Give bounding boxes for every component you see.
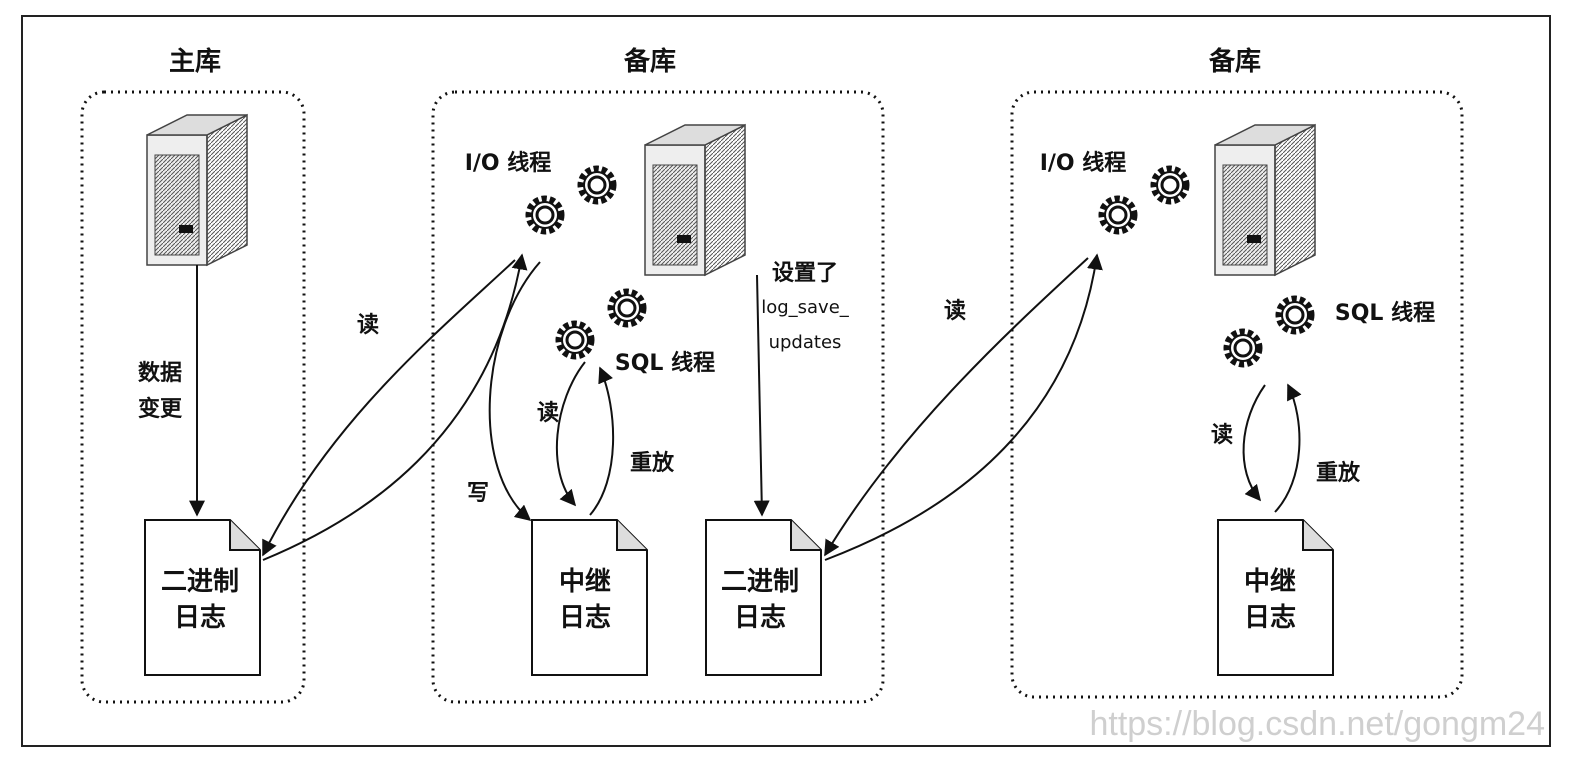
- replica2-io-gear-icon: [1102, 199, 1134, 231]
- master-binlog-doc: [144, 519, 261, 676]
- replica1-io-gear-icon: [529, 199, 561, 231]
- replica2-relay-log-doc: [1217, 519, 1334, 676]
- replica2-read-label: 读: [1211, 423, 1233, 448]
- replica2-relay-label-2: 日志: [1244, 603, 1296, 633]
- replica1-sql-gear-icon-2: [611, 292, 643, 324]
- replica2-relay-label-1: 中继: [1244, 566, 1296, 597]
- replica1-sql-gear-icon: [559, 324, 591, 356]
- replica1-io-gear-icon-2: [581, 169, 613, 201]
- replica1-binlog-label-1: 二进制: [721, 567, 799, 597]
- replica1-relay-log-doc: [531, 519, 648, 676]
- replica2-sql-thread-label: SQL 线程: [1335, 300, 1435, 326]
- master-read-arrow-up: [262, 253, 528, 561]
- replica1-setting-label-2: log_save_: [761, 297, 850, 318]
- replica1-replay-arrow: [589, 366, 615, 516]
- replica2-sql-gear-icon-2: [1279, 299, 1311, 331]
- master-read-label: 读: [357, 313, 379, 338]
- replica2-sql-gear-icon: [1227, 332, 1259, 364]
- diagram-canvas: 主库 数据 变更 二进制 日志 备库 I/O 线程 SQL 线程 设置了 log…: [21, 15, 1551, 747]
- replica2-server-icon: [1214, 124, 1316, 276]
- replica1-title: 备库: [623, 47, 676, 77]
- replica2-replay-arrow: [1274, 383, 1302, 513]
- master-server-icon: [146, 114, 248, 266]
- replication-diagram: 主库 数据 变更 二进制 日志 备库 I/O 线程 SQL 线程 设置了 log…: [0, 0, 1583, 766]
- replica1-server-icon: [644, 124, 746, 276]
- replica1-relay-label-1: 中继: [559, 566, 611, 597]
- replica1-setting-label-3: updates: [769, 332, 842, 353]
- replica1-relay-label-2: 日志: [559, 603, 611, 633]
- data-change-label-2: 变更: [138, 396, 183, 422]
- watermark: https://blog.csdn.net/gongm24: [1089, 705, 1545, 743]
- replica1-read-label-between: 读: [944, 299, 966, 324]
- replica1-binlog-label-2: 日志: [734, 603, 786, 633]
- replica1-write-arrow: [488, 261, 541, 522]
- replica2-sql-read-arrow: [1242, 384, 1266, 502]
- replica1-io-thread-label: I/O 线程: [465, 150, 552, 176]
- master-read-arrow-down: [262, 259, 516, 557]
- replica2-title: 备库: [1208, 47, 1261, 77]
- replica1-sql-read-arrow: [555, 361, 586, 507]
- replica1-setting-label-1: 设置了: [772, 261, 838, 286]
- master-title: 主库: [169, 47, 221, 77]
- replica1-sql-thread-label: SQL 线程: [615, 350, 715, 376]
- master-binlog-label-1: 二进制: [161, 567, 239, 597]
- replica1-read-label: 读: [537, 401, 559, 426]
- master-binlog-label-2: 日志: [174, 603, 226, 633]
- data-change-label-1: 数据: [138, 360, 182, 386]
- replica2-io-thread-label: I/O 线程: [1040, 150, 1127, 176]
- replica1-write-label: 写: [467, 481, 489, 506]
- replica1-replay-label: 重放: [630, 450, 675, 476]
- replica2-io-gear-icon-2: [1154, 169, 1186, 201]
- replica1-binlog-doc: [705, 519, 822, 676]
- replica2-replay-label: 重放: [1316, 460, 1361, 486]
